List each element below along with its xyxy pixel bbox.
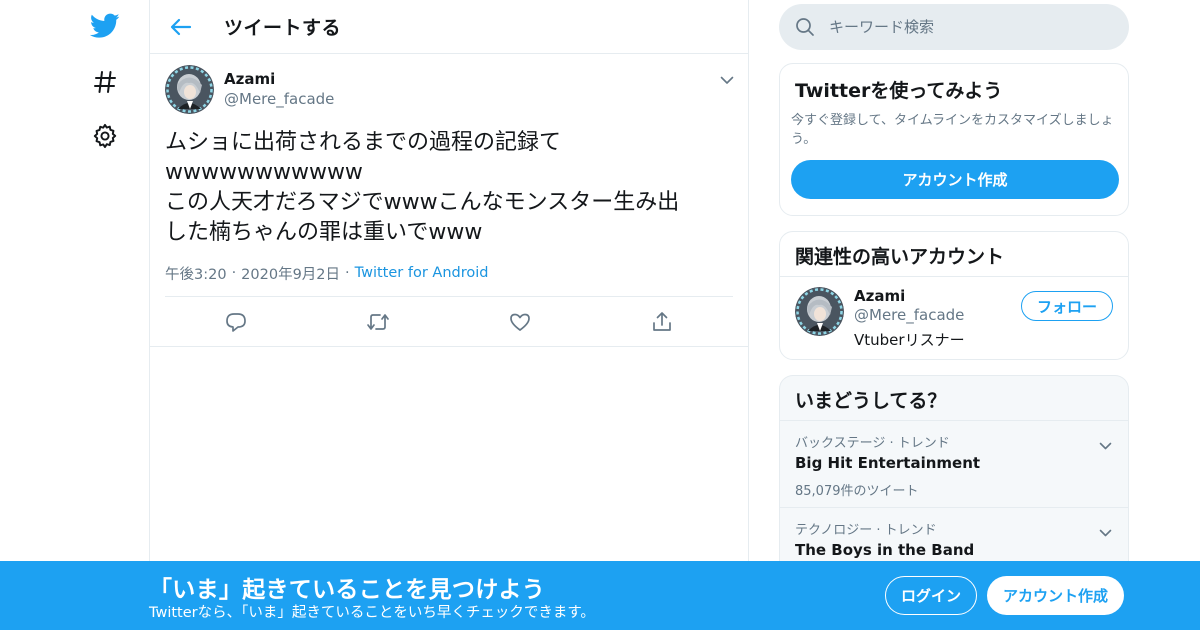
tweet-time[interactable]: 午後3:20 (165, 263, 227, 284)
tweet-actions (165, 296, 733, 346)
bottom-bar-subtitle: Twitterなら、「いま」起きていることをいち早くチェックできます。 (149, 605, 595, 621)
trend-name[interactable]: Big Hit Entertainment (795, 454, 1113, 472)
bottom-signup-bar: 「いま」起きていることを見つけよう Twitterなら、「いま」起きていることを… (0, 561, 1200, 630)
avatar[interactable] (795, 287, 844, 336)
create-account-button[interactable]: アカウント作成 (791, 160, 1119, 199)
main-header: ツイートする (150, 0, 748, 54)
search-bar[interactable] (779, 4, 1129, 50)
chevron-down-icon[interactable] (720, 70, 734, 89)
author-name[interactable]: Azami (224, 69, 334, 89)
signup-card-description: 今すぐ登録して、タイムラインをカスタマイズしましょう。 (791, 113, 1114, 147)
reply-icon[interactable] (165, 297, 307, 346)
tweet-text-line: した楠ちゃんの罪は重いでwww (165, 220, 483, 245)
meta-separator: · (231, 265, 237, 281)
tweet-text: ムショに出荷されるまでの過程の記録て wwwwwwwwwww この人天才だろマジ… (165, 128, 725, 248)
trend-meta: テクノロジー · トレンド (795, 523, 937, 538)
bottom-bar-title: 「いま」起きていることを見つけよう (149, 577, 546, 603)
search-input[interactable] (829, 18, 1109, 36)
tweet-text-line: ムショに出荷されるまでの過程の記録て (165, 130, 562, 155)
related-account-bio: Vtuberリスナー (854, 331, 965, 349)
trend-count: 85,079件のツイート (795, 484, 919, 499)
author-handle[interactable]: @Mere_facade (224, 89, 334, 109)
share-icon[interactable] (591, 297, 733, 346)
signup-card-title: Twitterを使ってみよう (795, 80, 1003, 102)
gear-icon[interactable] (88, 119, 122, 153)
heart-icon[interactable] (449, 297, 591, 346)
back-arrow-icon[interactable] (150, 0, 210, 54)
signup-card: Twitterを使ってみよう 今すぐ登録して、タイムラインをカスタマイズしましょ… (779, 63, 1129, 216)
meta-separator: · (345, 265, 350, 281)
login-button[interactable]: ログイン (885, 576, 977, 615)
tweet-author[interactable]: Azami @Mere_facade (165, 64, 733, 114)
page-title: ツイートする (224, 17, 342, 39)
tweet-source-link[interactable]: Twitter for Android (355, 265, 489, 281)
trend-item[interactable]: バックステージ · トレンド Big Hit Entertainment 85,… (780, 421, 1128, 508)
trend-meta: バックステージ · トレンド (795, 436, 950, 451)
signup-button[interactable]: アカウント作成 (987, 576, 1124, 615)
chevron-down-icon[interactable] (1099, 522, 1112, 541)
related-account-name[interactable]: Azami (854, 287, 965, 306)
twitter-bird-icon[interactable] (88, 9, 122, 43)
related-accounts-title: 関連性の高いアカウント (780, 232, 1128, 277)
avatar[interactable] (165, 64, 214, 114)
follow-button[interactable]: フォロー (1021, 291, 1113, 321)
tweet-date[interactable]: 2020年9月2日 (241, 263, 340, 284)
tweet-text-line: wwwwwwwwwww (165, 160, 363, 185)
related-account-handle[interactable]: @Mere_facade (854, 306, 965, 325)
hashtag-icon[interactable] (88, 65, 122, 99)
tweet-text-line: この人天才だろマジでwwwこんなモンスター生み出 (165, 190, 680, 215)
related-account[interactable]: Azami @Mere_facade Vtuberリスナー フォロー (780, 277, 1128, 359)
tweet-meta: 午後3:20 · 2020年9月2日 · Twitter for Android (165, 262, 733, 284)
trends-title: いまどうしてる？ (780, 376, 1128, 421)
retweet-icon[interactable] (307, 297, 449, 346)
chevron-down-icon[interactable] (1099, 435, 1112, 454)
trend-name[interactable]: The Boys in the Band (795, 541, 1113, 559)
related-accounts-card: 関連性の高いアカウント Azami @Mere_facade Vtuberリスナ… (779, 231, 1129, 360)
tweet: Azami @Mere_facade ムショに出荷されるまでの過程の記録て ww… (150, 54, 748, 347)
search-icon (796, 18, 814, 36)
main-column: ツイートする Azami @Mere_facade ムショに出荷されるまでの過程… (149, 0, 749, 630)
left-nav (0, 0, 150, 630)
